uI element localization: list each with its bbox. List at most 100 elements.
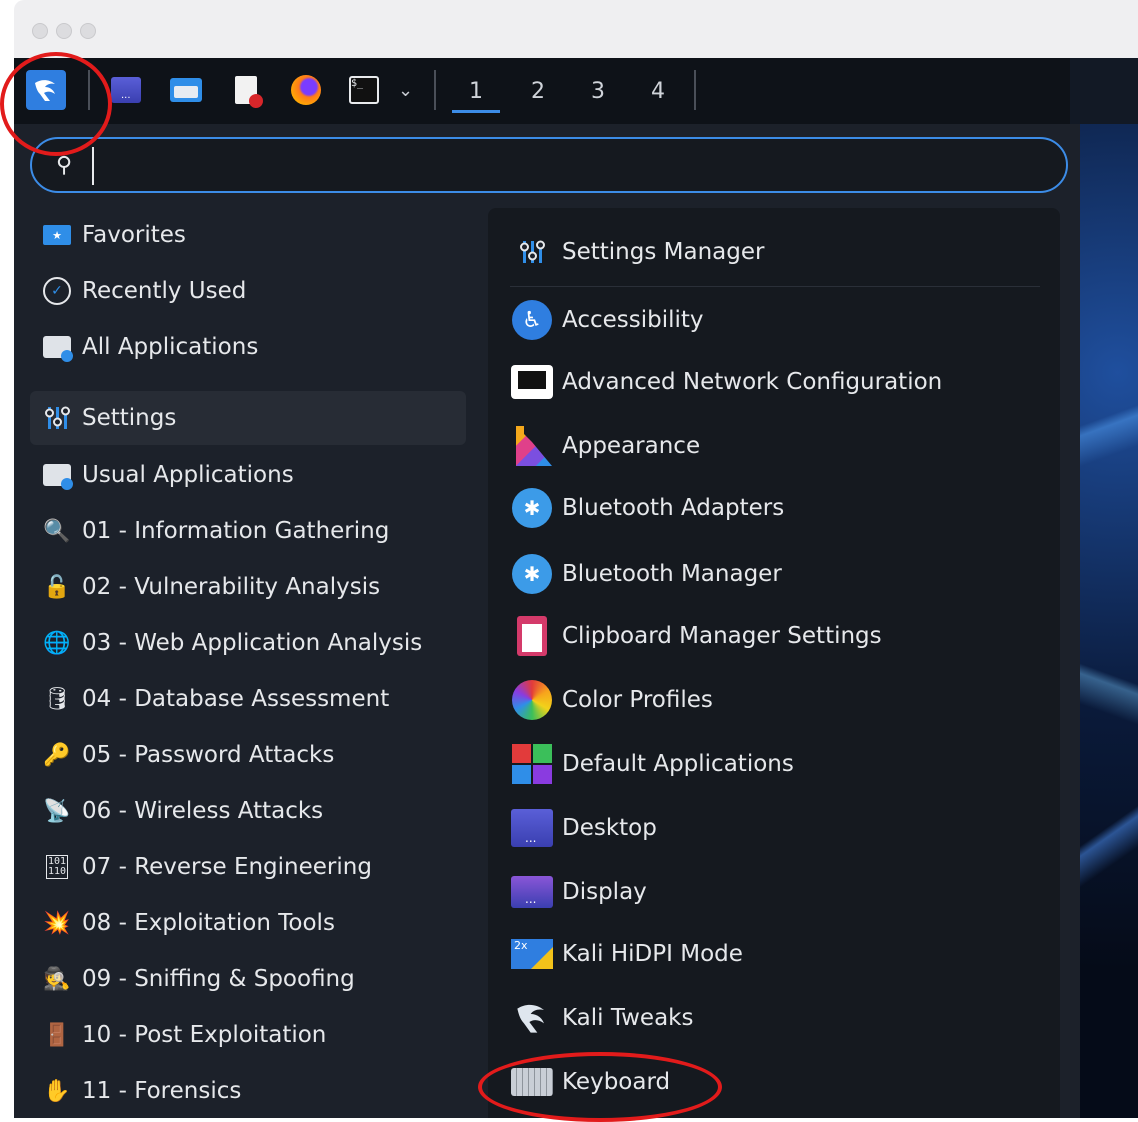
clipboard-icon xyxy=(510,614,554,658)
panel-right-area xyxy=(1070,58,1138,124)
category-label: 05 - Password Attacks xyxy=(82,742,335,768)
app-item[interactable]: Keyboard xyxy=(510,1054,1050,1110)
workspace-4[interactable]: 4 xyxy=(634,72,682,110)
app-item[interactable]: ... Desktop xyxy=(510,800,1050,856)
app-label: Default Applications xyxy=(562,751,794,777)
app-item[interactable]: ✱ Bluetooth Adapters xyxy=(510,480,1050,536)
chevron-down-icon[interactable]: ⌄ xyxy=(398,80,413,101)
app-label: Bluetooth Adapters xyxy=(562,495,785,521)
app-item[interactable]: Clipboard Manager Settings xyxy=(510,608,1050,664)
search-bar[interactable]: ⚲ xyxy=(30,137,1068,193)
category-label: 07 - Reverse Engineering xyxy=(82,854,372,880)
category-label: 03 - Web Application Analysis xyxy=(82,630,423,656)
panel-separator xyxy=(88,70,90,110)
top-panel: ... $_ ⌄ 1 2 3 4 xyxy=(14,58,1138,124)
category-label: 04 - Database Assessment xyxy=(82,686,390,712)
app-label: Settings Manager xyxy=(562,239,765,265)
category-label: 02 - Vulnerability Analysis xyxy=(82,574,381,600)
app-item[interactable]: Appearance xyxy=(510,418,1050,474)
category-label: Usual Applications xyxy=(82,462,294,488)
kali-menu-icon[interactable] xyxy=(26,70,66,110)
exit-icon: 🚪 xyxy=(43,1022,71,1048)
wireless-icon: 📡 xyxy=(43,798,71,824)
desktop-icon: ... xyxy=(510,806,554,850)
window-titlebar xyxy=(14,0,1138,58)
category-item[interactable]: 🕵 09 - Sniffing & Spoofing xyxy=(30,952,466,1006)
text-editor-icon[interactable] xyxy=(226,70,266,110)
hand-icon: ✋ xyxy=(43,1078,71,1104)
firefox-icon[interactable] xyxy=(286,70,326,110)
category-item[interactable]: 🛢 04 - Database Assessment xyxy=(30,672,466,726)
clock-icon: ✓ xyxy=(42,276,72,306)
app-label: Accessibility xyxy=(562,307,704,333)
app-list: Settings Manager ♿ Accessibility Advanced N… xyxy=(488,208,1060,1118)
spy-icon: 🕵 xyxy=(43,966,71,992)
app-label: Bluetooth Manager xyxy=(562,561,782,587)
category-item[interactable]: 💥 08 - Exploitation Tools xyxy=(30,896,466,950)
sliders-icon xyxy=(42,403,72,433)
category-item[interactable]: ✋ 11 - Forensics xyxy=(30,1064,466,1118)
category-label: Recently Used xyxy=(82,278,247,304)
explosion-icon: 💥 xyxy=(43,910,71,936)
app-item[interactable]: ✱ Bluetooth Manager xyxy=(510,546,1050,602)
category-label: 01 - Information Gathering xyxy=(82,518,390,544)
app-label: Color Profiles xyxy=(562,687,713,713)
app-item[interactable]: Default Applications xyxy=(510,736,1050,792)
bluetooth-icon: ✱ xyxy=(510,486,554,530)
workspace-1[interactable]: 1 xyxy=(452,72,500,113)
lock-icon: 🔓 xyxy=(43,574,71,600)
close-window-button[interactable] xyxy=(32,23,48,39)
category-label: Favorites xyxy=(82,222,186,248)
workspace-2[interactable]: 2 xyxy=(514,72,562,110)
app-item[interactable]: Kali Tweaks xyxy=(510,990,1050,1046)
category-label: All Applications xyxy=(82,334,259,360)
app-item[interactable]: Advanced Network Configuration xyxy=(510,354,1050,410)
desktop-wallpaper xyxy=(1070,124,1138,1118)
category-item[interactable]: 🔑 05 - Password Attacks xyxy=(30,728,466,782)
app-item[interactable]: Settings Manager xyxy=(510,224,1050,280)
terminal-emulator-icon[interactable]: $_ xyxy=(344,70,384,110)
search-input[interactable] xyxy=(92,147,1050,185)
category-label: 11 - Forensics xyxy=(82,1078,242,1104)
category-label: 10 - Post Exploitation xyxy=(82,1022,327,1048)
app-item[interactable]: 2x Kali HiDPI Mode xyxy=(510,926,1050,982)
hidpi-icon: 2x xyxy=(510,932,554,976)
panel-separator xyxy=(434,70,436,110)
color-profiles-icon xyxy=(510,678,554,722)
category-item[interactable]: 101 110 07 - Reverse Engineering xyxy=(30,840,466,894)
globe-icon: 🌐 xyxy=(43,630,71,656)
minimize-window-button[interactable] xyxy=(56,23,72,39)
category-item[interactable]: 🚪 10 - Post Exploitation xyxy=(30,1008,466,1062)
magnifier-icon: 🔍 xyxy=(43,518,71,544)
app-item[interactable]: ♿ Accessibility xyxy=(510,292,1050,348)
category-item[interactable]: 🔍 01 - Information Gathering xyxy=(30,504,466,558)
category-item[interactable]: ✓ Recently Used xyxy=(30,264,466,318)
kali-dragon-icon xyxy=(510,996,554,1040)
briefcase-icon xyxy=(42,460,73,490)
app-label: Keyboard xyxy=(562,1069,671,1095)
app-label: Advanced Network Configuration xyxy=(562,369,943,395)
category-item[interactable]: ★ Favorites xyxy=(30,208,466,262)
display-icon: ... xyxy=(510,870,554,914)
category-item[interactable]: 🌐 03 - Web Application Analysis xyxy=(30,616,466,670)
category-item[interactable]: 📡 06 - Wireless Attacks xyxy=(30,784,466,838)
category-item[interactable]: Settings xyxy=(30,391,466,445)
bluetooth-icon: ✱ xyxy=(510,552,554,596)
app-item[interactable]: Color Profiles xyxy=(510,672,1050,728)
maximize-window-button[interactable] xyxy=(80,23,96,39)
category-item[interactable]: 🔓 02 - Vulnerability Analysis xyxy=(30,560,466,614)
category-label: 08 - Exploitation Tools xyxy=(82,910,335,936)
file-manager-icon[interactable] xyxy=(166,70,206,110)
app-item[interactable]: ... Display xyxy=(510,864,1050,920)
app-label: Kali Tweaks xyxy=(562,1005,694,1031)
terminal-icon[interactable]: ... xyxy=(106,70,146,110)
binary-icon: 101 110 xyxy=(45,855,69,879)
network-icon xyxy=(510,360,554,404)
category-item[interactable]: Usual Applications xyxy=(30,448,466,502)
divider xyxy=(510,286,1040,287)
workspace-3[interactable]: 3 xyxy=(574,72,622,110)
keyboard-icon xyxy=(510,1060,554,1104)
category-label: 09 - Sniffing & Spoofing xyxy=(82,966,355,992)
category-item[interactable]: All Applications xyxy=(30,320,466,374)
default-apps-icon xyxy=(510,742,554,786)
